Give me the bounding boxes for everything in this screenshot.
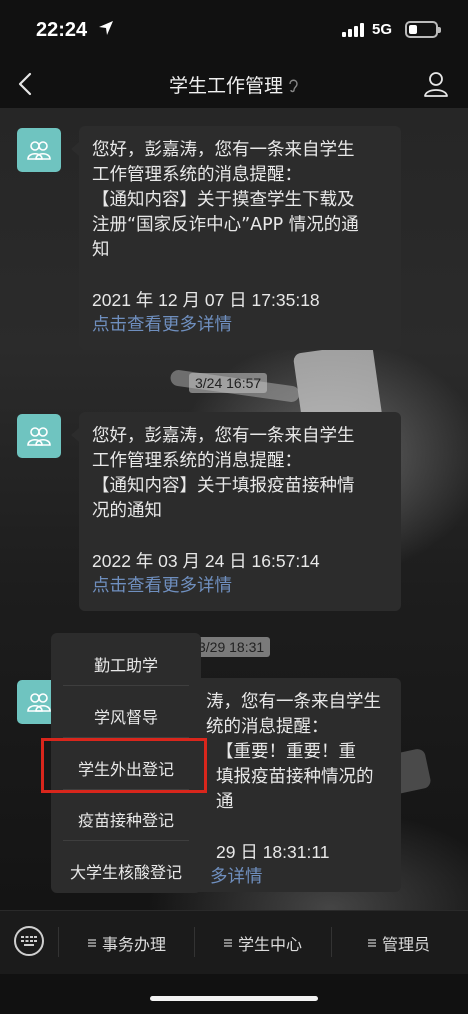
home-indicator-area [0,974,468,1014]
message-line: 您好，彭嘉涛，您有一条来自学生 [92,426,355,446]
message-bubble[interactable]: 您好，彭嘉涛，您有一条来自学生 工作管理系统的消息提醒： 【通知内容】关于摸查学… [71,126,401,350]
avatar[interactable] [17,414,61,458]
menu-student-center[interactable]: 学生中心 [224,931,302,955]
message-datetime: 2022 年 03 月 24 日 16:57:14 [92,551,320,571]
menu-lines-icon [368,939,376,947]
menu-item-study-supervision[interactable]: 学风督导 [51,704,201,728]
status-bar: 22:24 5G [0,0,468,60]
signal-icon [342,23,364,37]
message-line: 注册“国家反诈中心”APP 情况的通 [92,215,359,235]
people-icon [27,427,51,446]
menu-item-work-study[interactable]: 勤工助学 [51,652,201,676]
people-icon [27,693,51,712]
message-line: 工作管理系统的消息提醒： [92,451,302,471]
message-line: 工作管理系统的消息提醒： [92,165,302,185]
keyboard-icon[interactable] [14,926,44,956]
menu-admin[interactable]: 管理员 [368,931,430,955]
clock: 22:24 [36,19,88,41]
menu-item-vaccine-registration[interactable]: 疫苗接种登记 [51,807,201,831]
message-line: 知 [92,240,110,260]
message-line: 【通知内容】关于填报疫苗接种情 [92,476,355,496]
menu-affairs-label: 事务办理 [102,935,167,954]
more-details-link[interactable]: 点击查看更多详情 [92,574,387,599]
person-icon[interactable] [422,70,450,98]
menu-lines-icon [88,939,96,947]
menu-item-nucleic-acid-registration[interactable]: 大学生核酸登记 [51,859,201,883]
page-title: 学生工作管理 [168,75,283,97]
timestamp: 3/29 18:31 [192,637,271,657]
menu-affairs[interactable]: 事务办理 [88,931,166,955]
battery-icon [405,21,441,38]
more-details-link[interactable]: 点击查看更多详情 [92,313,387,338]
message-line: 【通知内容】关于摸查学生下载及 [92,190,355,210]
menu-lines-icon [224,939,232,947]
message-bubble[interactable]: 您好，彭嘉涛，您有一条来自学生 工作管理系统的消息提醒： 【通知内容】关于填报疫… [71,412,401,611]
home-indicator[interactable] [150,996,318,1001]
bottom-menu-bar: 事务办理 学生中心 管理员 [0,910,468,974]
menu-student-center-label: 学生中心 [238,935,303,954]
highlight-box [41,738,207,793]
location-arrow-icon [99,21,113,35]
nav-header: 学生工作管理 [0,60,468,108]
ear-icon [289,79,298,92]
menu-admin-label: 管理员 [382,935,431,954]
message-line: 况的通知 [92,501,162,521]
message-datetime: 2021 年 12 月 07 日 17:35:18 [92,290,320,310]
avatar[interactable] [17,128,61,172]
timestamp: 3/24 16:57 [189,373,268,393]
message-line: 您好，彭嘉涛，您有一条来自学生 [92,140,355,160]
network-label: 5G [372,21,393,38]
people-icon [27,141,51,160]
